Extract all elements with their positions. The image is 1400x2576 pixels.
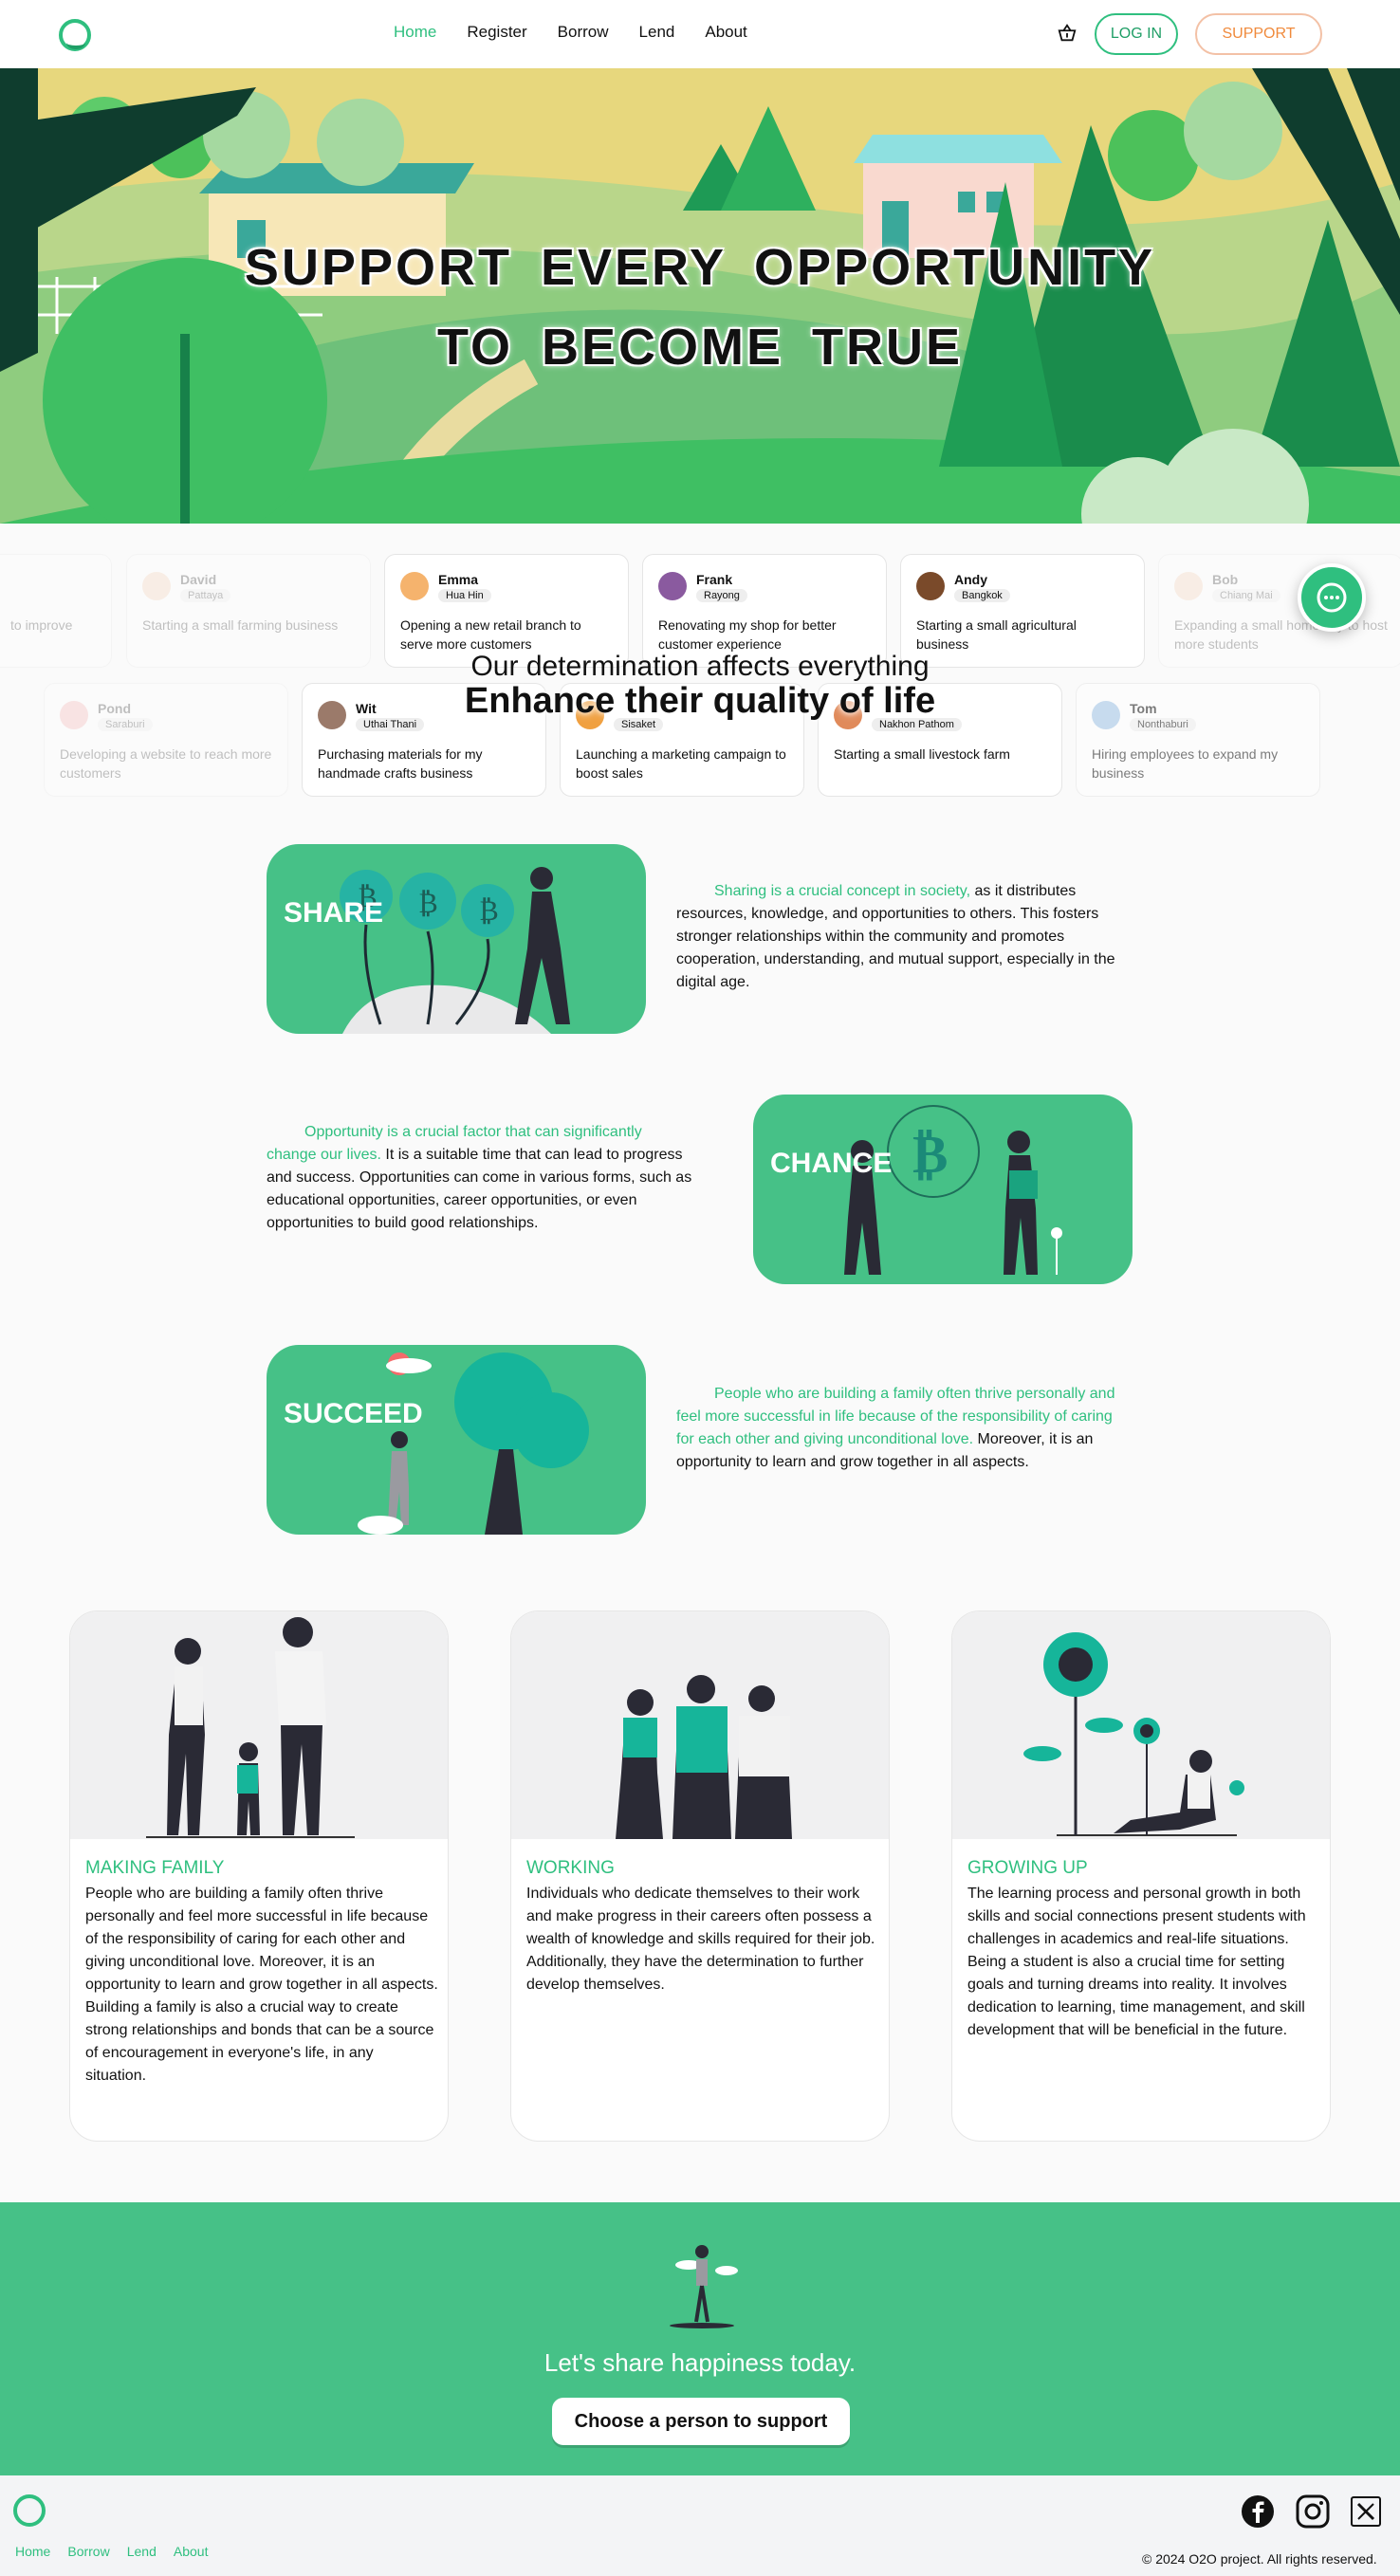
choose-person-button[interactable]: Choose a person to support — [552, 2398, 850, 2445]
facebook-icon[interactable] — [1241, 2494, 1275, 2529]
chat-icon — [1317, 582, 1347, 613]
x-icon[interactable] — [1351, 2496, 1381, 2527]
top-nav: Home Register Borrow Lend About LOG IN S… — [0, 0, 1400, 68]
avatar — [400, 572, 429, 600]
chance-text: Opportunity is a crucial factor that can… — [267, 1124, 692, 1231]
card-title: WORKING — [526, 1858, 615, 1878]
card-working: WORKING Individuals who dedicate themsel… — [510, 1610, 890, 2142]
hero-banner: SUPPORT EVERY OPPORTUNITY TO BECOME TRUE — [0, 68, 1400, 524]
card-title: MAKING FAMILY — [85, 1858, 225, 1878]
avatar — [658, 572, 687, 600]
nav-borrow[interactable]: Borrow — [558, 23, 609, 42]
card-description: Individuals who dedicate themselves to t… — [526, 1886, 875, 1993]
family-illustration — [70, 1611, 448, 1839]
cta-section: Let's share happiness today. Choose a pe… — [0, 2202, 1400, 2475]
svg-text:₿: ₿ — [912, 1124, 948, 1186]
nav-register[interactable]: Register — [467, 23, 526, 42]
chance-label: CHANCE — [770, 1148, 893, 1179]
card-making-family: MAKING FAMILY People who are building a … — [69, 1610, 449, 2142]
chance-illustration: ₿ CHANCE — [753, 1095, 1133, 1284]
happy-person-illustration — [670, 2245, 738, 2328]
hero-title: SUPPORT EVERY OPPORTUNITY TO BECOME TRUE — [244, 239, 1156, 376]
chat-button[interactable] — [1298, 563, 1366, 632]
card-growing-up: GROWING UP The learning process and pers… — [951, 1610, 1331, 2142]
cta-text: Let's share happiness today. — [543, 2348, 857, 2377]
footer-links: Home Borrow Lend About — [15, 2544, 208, 2559]
footer-link-lend[interactable]: Lend — [127, 2544, 157, 2559]
working-illustration — [511, 1611, 889, 1839]
avatar — [1174, 572, 1203, 600]
nav-lend[interactable]: Lend — [639, 23, 675, 42]
footer-logo-icon[interactable] — [13, 2494, 46, 2527]
footer-link-home[interactable]: Home — [15, 2544, 50, 2559]
share-label: SHARE — [284, 897, 384, 929]
footer-link-about[interactable]: About — [174, 2544, 209, 2559]
card-description: The learning process and personal growth… — [967, 1886, 1306, 2038]
share-text: Sharing is a crucial concept in society,… — [676, 883, 1115, 990]
chance-art: ₿ — [844, 1105, 1062, 1275]
avatar — [916, 572, 945, 600]
svg-text:₿: ₿ — [479, 894, 499, 928]
card-description: People who are building a family often t… — [85, 1886, 438, 2084]
succeed-illustration: SUCCEED — [267, 1345, 646, 1535]
growing-illustration — [952, 1611, 1330, 1839]
share-art: ₿ ₿ ₿ — [340, 867, 570, 1034]
determination-title: Enhance their quality of life — [464, 681, 936, 721]
share-illustration: ₿ ₿ ₿ SHARE — [267, 844, 646, 1034]
svg-text:₿: ₿ — [418, 887, 438, 920]
main-menu: Home Register Borrow Lend About — [394, 23, 747, 42]
footer-link-borrow[interactable]: Borrow — [67, 2544, 109, 2559]
login-button[interactable]: LOG IN — [1095, 13, 1178, 55]
logo-icon[interactable] — [59, 19, 91, 51]
instagram-icon[interactable] — [1296, 2494, 1330, 2529]
nav-about[interactable]: About — [705, 23, 746, 42]
card-title: GROWING UP — [967, 1858, 1088, 1878]
basket-icon[interactable] — [1057, 23, 1078, 44]
copyright-text: © 2024 O2O project. All rights reserved. — [1142, 2551, 1377, 2567]
nav-home[interactable]: Home — [394, 23, 436, 42]
support-button[interactable]: SUPPORT — [1195, 13, 1322, 55]
avatar — [142, 572, 171, 600]
succeed-text: People who are building a family often t… — [676, 1386, 1115, 1470]
succeed-label: SUCCEED — [284, 1398, 423, 1429]
succeed-art — [358, 1352, 589, 1535]
footer: Home Borrow Lend About © 2024 O2O projec… — [0, 2475, 1400, 2576]
determination-subtitle: Our determination affects everything — [470, 651, 930, 682]
